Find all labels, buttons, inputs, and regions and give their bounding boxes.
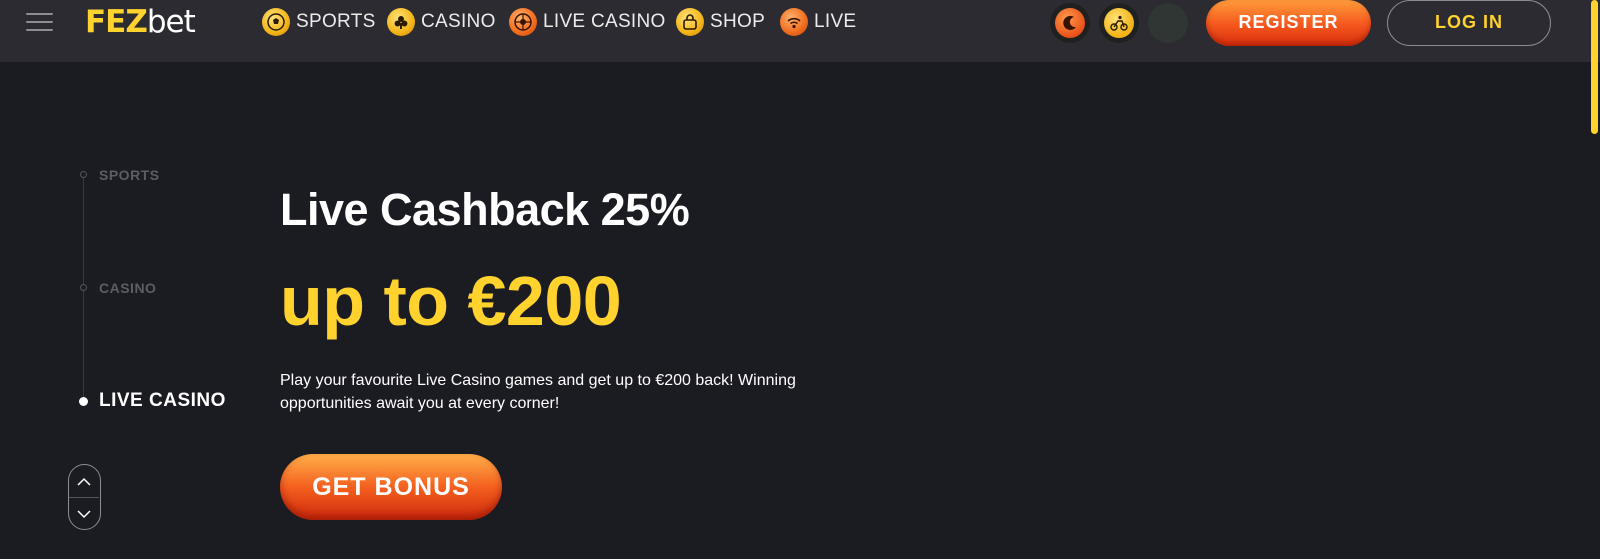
- slide-arrows: [68, 464, 101, 530]
- nav-live[interactable]: LIVE: [780, 6, 856, 38]
- get-bonus-button[interactable]: GET BONUS: [280, 454, 502, 520]
- top-header: FEZbet SPORTS CASINO LIVE CASINO SHOP LI…: [0, 0, 1600, 62]
- promo-title: Live Cashback 25%: [280, 184, 690, 235]
- nav-live-label: LIVE: [814, 11, 857, 32]
- nav-sports[interactable]: SPORTS: [262, 6, 376, 38]
- register-button[interactable]: REGISTER: [1206, 0, 1371, 46]
- side-nav-casino[interactable]: CASINO: [99, 280, 156, 296]
- nav-casino[interactable]: CASINO: [387, 6, 496, 38]
- promo-description: Play your favourite Live Casino games an…: [280, 372, 796, 412]
- page: FEZbet SPORTS CASINO LIVE CASINO SHOP LI…: [0, 0, 1600, 559]
- dark-circle-icon: [1153, 8, 1183, 38]
- promo-amount: up to €200: [280, 262, 622, 340]
- nav-shop-label: SHOP: [710, 11, 766, 32]
- cyclist-button[interactable]: [1099, 3, 1139, 43]
- soccer-ball-icon: [262, 8, 290, 36]
- club-suit-icon: [387, 8, 415, 36]
- side-nav-dot-casino: [80, 284, 87, 291]
- dark-circle-button[interactable]: [1148, 3, 1188, 43]
- crescent-promo-icon: [1055, 8, 1085, 38]
- fezbet-logo[interactable]: FEZbet: [85, 2, 196, 42]
- nav-sports-label: SPORTS: [296, 11, 376, 32]
- nav-live-casino[interactable]: LIVE CASINO: [509, 6, 666, 38]
- side-nav-sports[interactable]: SPORTS: [99, 167, 160, 183]
- side-nav-dot-live-casino: [79, 397, 88, 406]
- shopping-bag-icon: [676, 8, 704, 36]
- live-signal-icon: [780, 8, 808, 36]
- logo-bet-text: bet: [146, 4, 196, 40]
- page-scrollbar[interactable]: [1591, 0, 1598, 134]
- login-button[interactable]: LOG IN: [1387, 0, 1551, 46]
- crescent-promo-button[interactable]: [1050, 3, 1090, 43]
- nav-casino-label: CASINO: [421, 11, 496, 32]
- roulette-icon: [509, 8, 537, 36]
- hamburger-menu-icon[interactable]: [26, 10, 54, 34]
- nav-shop[interactable]: SHOP: [676, 6, 765, 38]
- chevron-down-icon[interactable]: [69, 498, 99, 530]
- chevron-up-icon[interactable]: [69, 465, 99, 497]
- side-nav-dot-sports: [80, 171, 87, 178]
- nav-live-casino-label: LIVE CASINO: [543, 11, 666, 32]
- cyclist-icon: [1104, 8, 1134, 38]
- side-nav-live-casino[interactable]: LIVE CASINO: [99, 390, 226, 412]
- logo-fez-text: FEZ: [85, 4, 148, 40]
